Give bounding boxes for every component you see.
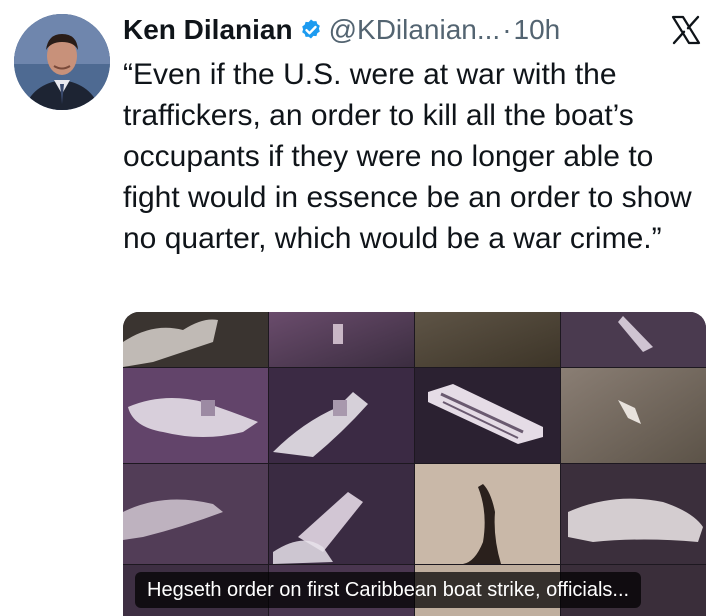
author-handle[interactable]: @KDilanian... [329,14,501,46]
x-logo-icon[interactable] [670,14,702,46]
media-caption: Hegseth order on first Caribbean boat st… [135,572,642,608]
avatar[interactable] [14,14,110,110]
boat-strike-video-grid [123,312,706,616]
media-attachment[interactable]: Hegseth order on first Caribbean boat st… [123,312,706,616]
tweet-header: Ken Dilanian @KDilanian... · 10h [123,10,700,50]
verified-check-icon [301,19,320,39]
separator-dot: · [502,14,512,45]
tweet-timestamp[interactable]: 10h [514,14,561,46]
author-name[interactable]: Ken Dilanian [123,14,293,46]
tweet-text: “Even if the U.S. were at war with the t… [123,58,692,255]
avatar-portrait [14,14,110,110]
